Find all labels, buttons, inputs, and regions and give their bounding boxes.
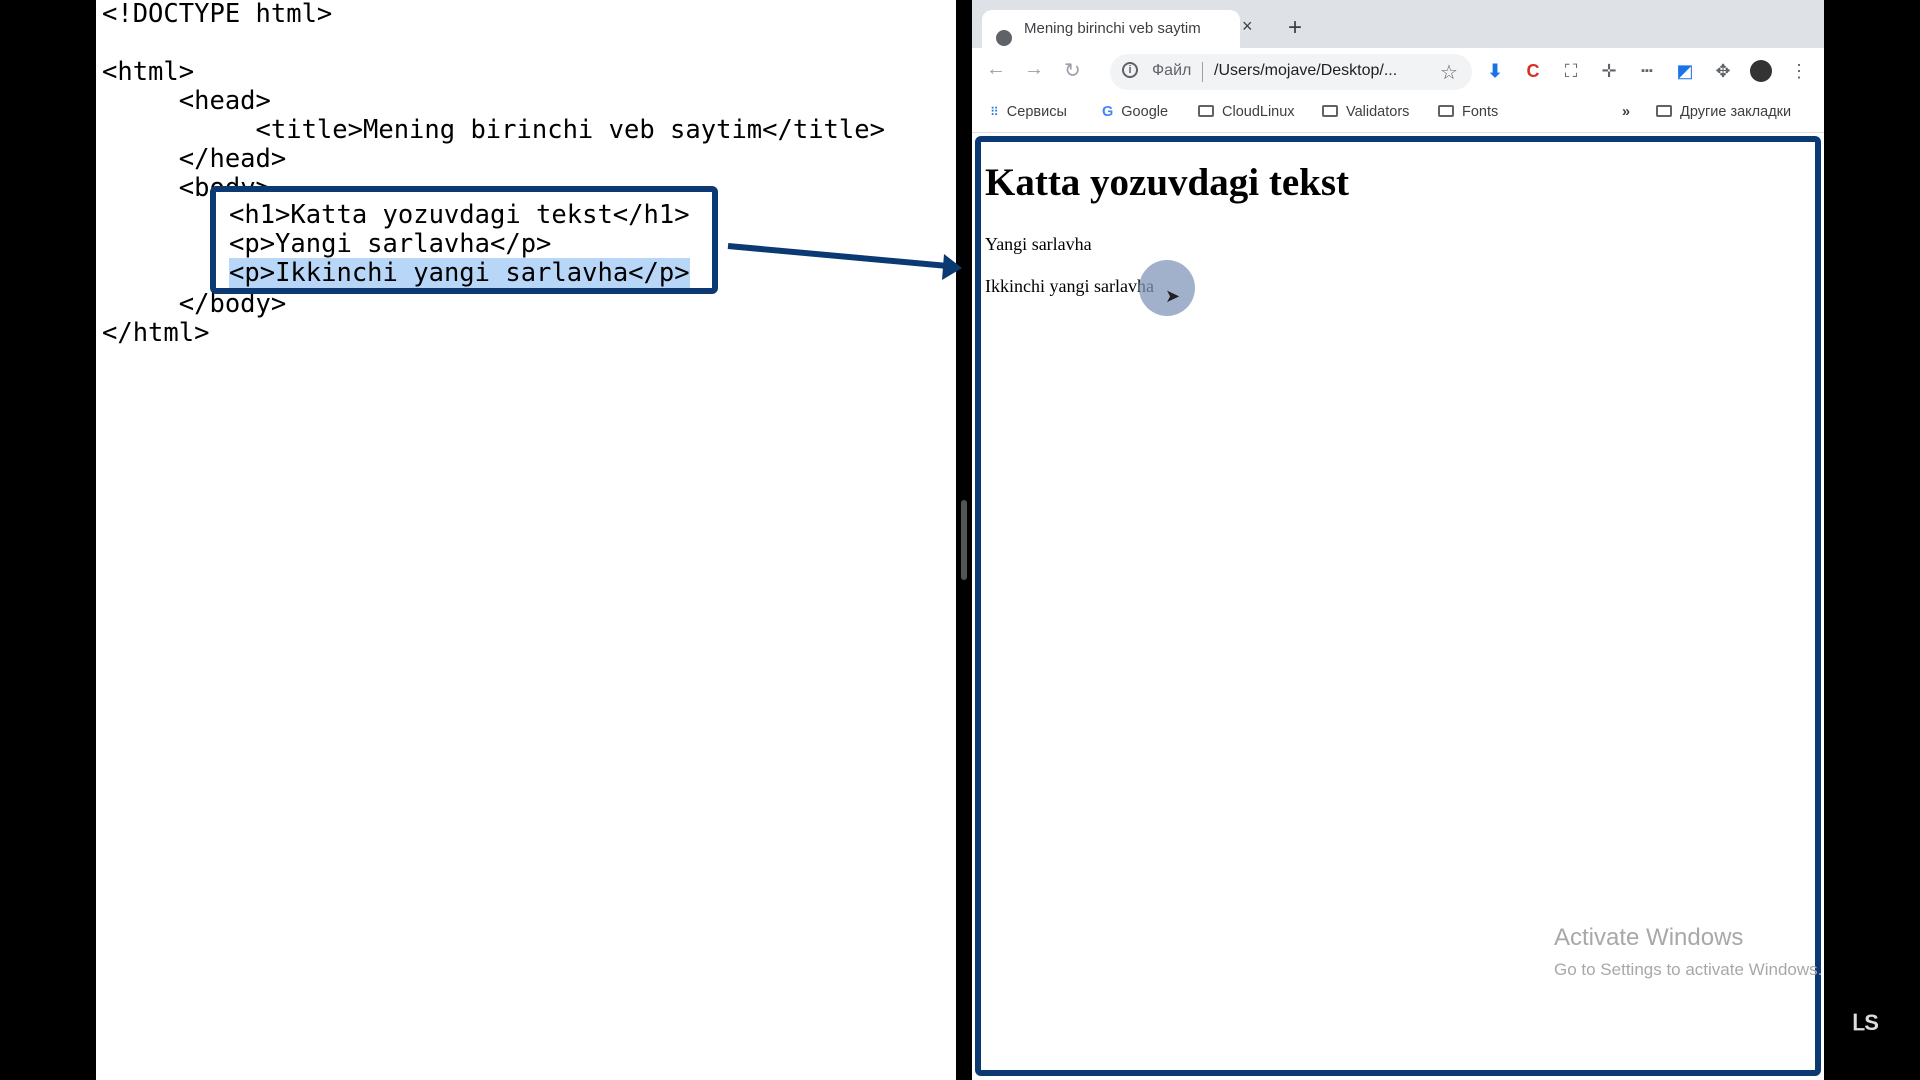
split-divider-handle[interactable] [961,500,967,580]
bookmark-apps[interactable]: ⠿ Сервисы [990,104,1067,120]
address-bar[interactable]: i Файл /Users/mojave/Desktop/... ☆ [1110,54,1472,90]
wifi-icon[interactable]: ▪▪▪ [1636,60,1658,82]
page-paragraph: Yangi sarlavha [985,234,1092,254]
bookmark-validators[interactable]: Validators [1322,104,1409,120]
browser-toolbar: ← → ↻ i Файл /Users/mojave/Desktop/... ☆… [972,48,1824,96]
bookmark-other[interactable]: Другие закладки [1656,104,1791,120]
tab-title: Mening birinchi veb saytim [1024,20,1201,37]
close-icon[interactable]: × [1242,16,1253,37]
bookmarks-more-button[interactable]: » [1622,104,1630,120]
forward-icon[interactable]: → [1024,58,1044,81]
folder-icon [1198,105,1214,117]
mouse-cursor-icon: ➤ [1165,286,1181,306]
back-icon[interactable]: ← [986,58,1006,81]
reload-icon[interactable]: ↻ [1064,58,1081,83]
bookmark-cloudlinux[interactable]: CloudLinux [1198,104,1295,120]
menu-icon[interactable]: ⋮ [1788,60,1810,82]
info-icon[interactable]: i [1122,62,1138,78]
c-extension-icon[interactable]: C [1522,60,1544,82]
translate-icon[interactable]: ◩ [1674,60,1696,82]
page-paragraph: Ikkinchi yangi sarlavha [985,276,1154,296]
url-scheme: Файл [1152,62,1192,79]
folder-icon [1438,105,1454,117]
profile-icon[interactable] [1750,60,1772,82]
browser-window: Mening birinchi veb saytim × + ← → ↻ i Ф… [972,0,1824,1080]
url-separator [1202,62,1203,82]
download-icon[interactable]: ⬇ [1484,60,1506,82]
activation-watermark-subtitle: Go to Settings to activate Windows. [1554,960,1823,979]
bookmarks-bar: ⠿ Сервисы G Google CloudLinux Validators F… [972,96,1824,133]
google-icon: G [1102,104,1114,120]
screenshot-icon[interactable]: ⛶ [1560,60,1582,82]
bookmark-google[interactable]: G Google [1102,104,1168,120]
tab-bar: Mening birinchi veb saytim × + [972,0,1824,48]
folder-icon [1322,105,1338,117]
bookmark-fonts[interactable]: Fonts [1438,104,1498,120]
bookmark-star-icon[interactable]: ☆ [1440,60,1458,85]
channel-logo: ᒪS [1852,1010,1879,1035]
new-tab-button[interactable]: + [1288,14,1302,42]
globe-icon [996,30,1012,46]
puzzle-icon[interactable]: ✥ [1712,60,1734,82]
folder-icon [1656,105,1672,117]
ruler-icon[interactable]: ✛ [1598,60,1620,82]
activation-watermark-title: Activate Windows [1554,924,1744,951]
page-heading: Katta yozuvdagi tekst [985,161,1349,204]
apps-grid-icon: ⠿ [990,105,999,119]
url-text[interactable]: /Users/mojave/Desktop/... [1214,62,1397,80]
